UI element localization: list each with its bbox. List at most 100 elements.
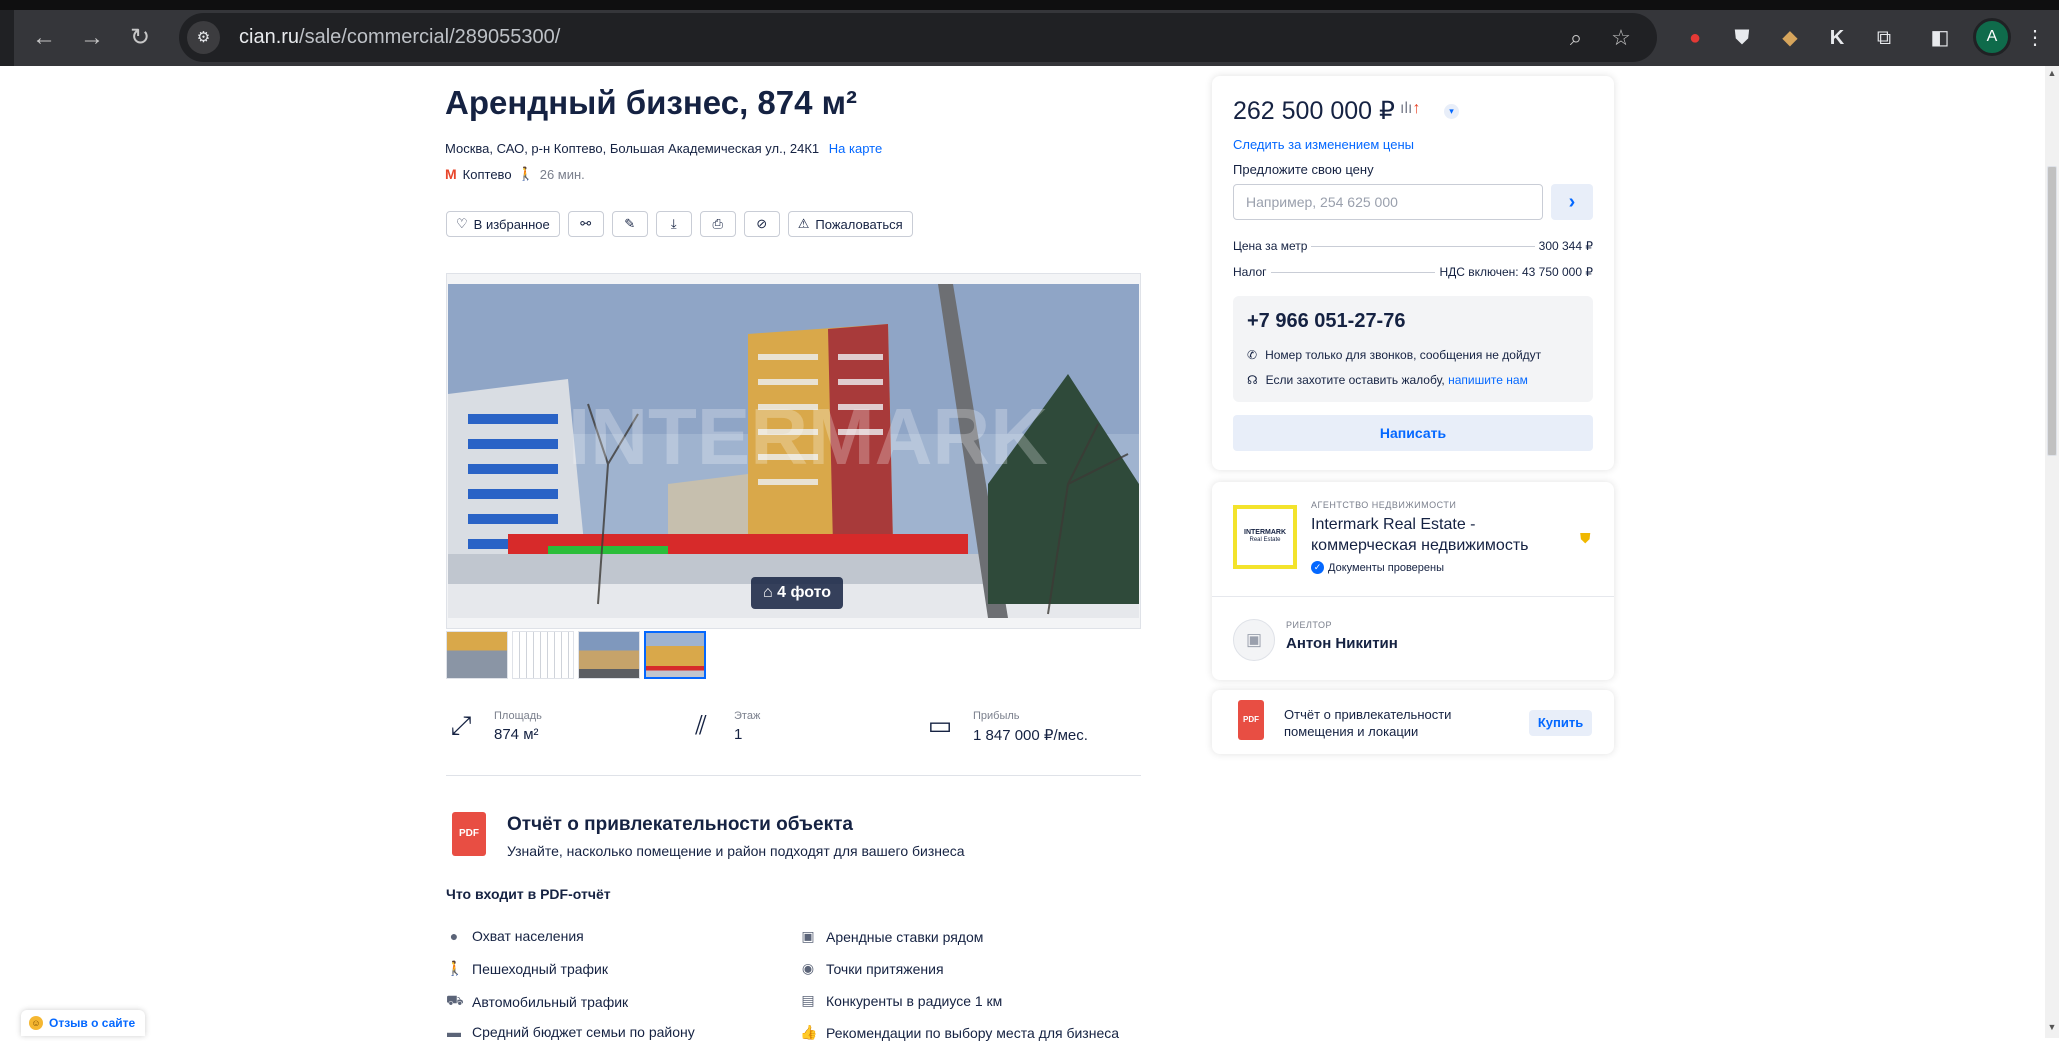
per-meter-value: 300 344 ₽ [1538, 239, 1593, 253]
price-dropdown-icon[interactable]: ▾ [1444, 104, 1459, 119]
hide-button[interactable]: ⊘ [743, 211, 780, 237]
scroll-down-icon[interactable]: ▼ [2046, 1022, 2058, 1032]
page-scrollbar[interactable]: ▲ ▼ [2045, 66, 2059, 1038]
print-icon: ⎙ [712, 216, 723, 231]
thumbnail-1[interactable] [446, 631, 508, 679]
menu-kebab-icon[interactable]: ⋮ [2019, 22, 2051, 54]
buy-report-button[interactable]: Купить [1529, 710, 1592, 736]
headset-icon: ☊ [1247, 373, 1258, 387]
adblock-extension-icon[interactable]: ● [1679, 22, 1711, 54]
pdf-icon: PDF [1238, 700, 1264, 740]
documents-verified: ✓ Документы проверены [1311, 561, 1444, 574]
complain-label: Пожаловаться [815, 216, 903, 232]
zoom-icon[interactable]: ⌕ [1561, 23, 1591, 53]
price-per-meter-row: Цена за метр 300 344 ₽ [1233, 239, 1593, 253]
walk-time: 26 мин. [539, 166, 585, 182]
share-button[interactable]: ⚯ [567, 211, 604, 237]
site-info-icon[interactable]: ⚙ [187, 21, 220, 54]
spy-extension-icon[interactable]: ◆ [1774, 22, 1806, 54]
scroll-up-icon[interactable]: ▲ [2046, 68, 2058, 78]
heart-icon: ♡ [456, 216, 468, 231]
pin-icon: ◉ [801, 960, 815, 976]
share-icon: ⚯ [580, 216, 592, 231]
hide-eye-icon: ⊘ [756, 216, 768, 231]
reload-icon[interactable]: ↻ [124, 22, 156, 54]
listing-actions: ♡ В избранное ⚯ ✎ ⤓ ⎙ ⊘ ⚠ Пожаловаться [446, 211, 913, 237]
report-subtitle: Узнайте, насколько помещение и район под… [507, 843, 965, 859]
fact-area: ⤢ Площадь 874 м² [446, 710, 542, 743]
listing-title: Арендный бизнес, 874 м² [445, 84, 858, 121]
offer-price-input[interactable] [1233, 184, 1543, 220]
divider [1212, 596, 1614, 597]
follow-price-link[interactable]: Следить за изменением цены [1233, 137, 1414, 152]
back-icon[interactable]: ← [28, 22, 60, 54]
download-button[interactable]: ⤓ [655, 211, 692, 237]
site-feedback-button[interactable]: ☺ Отзыв о сайте [21, 1010, 146, 1036]
realtor-name[interactable]: Антон Никитин [1286, 635, 1398, 652]
complain-button[interactable]: ⚠ Пожаловаться [787, 211, 913, 237]
listing-address: Москва, САО, р-н Коптево, Большая Академ… [445, 141, 882, 156]
tab-strip [0, 0, 2059, 10]
fact-label: Этаж [734, 710, 761, 722]
tax-value: НДС включен: 43 750 000 ₽ [1439, 265, 1593, 279]
report-includes-title: Что входит в PDF-отчёт [446, 886, 611, 902]
agency-logo[interactable]: INTERMARK Real Estate [1233, 505, 1297, 569]
feature-item: 👍 Рекомендации по выбору места для бизнес… [800, 1024, 1120, 1041]
thumbnail-4[interactable] [644, 631, 706, 679]
profile-avatar[interactable]: A [1973, 18, 2011, 56]
camera-icon: ⌂ [763, 584, 778, 601]
shield-extension-icon[interactable]: ⛊ [1726, 22, 1758, 54]
offer-submit-button[interactable]: › [1551, 184, 1593, 220]
tax-row: Налог НДС включен: 43 750 000 ₽ [1233, 265, 1593, 279]
realtor-avatar: ▣ [1233, 619, 1275, 661]
thumbs-up-icon: 👍 [800, 1024, 818, 1040]
feature-item: ▤ Конкуренты в радиусе 1 км [801, 992, 1003, 1009]
browser-toolbar: ← → ↻ ⚙ cian.ru/sale/commercial/28905530… [0, 0, 2059, 66]
write-message-button[interactable]: Написать [1233, 415, 1593, 451]
person-icon: ● [449, 928, 459, 944]
car-icon: ⛟ [446, 992, 464, 1008]
note-button[interactable]: ✎ [611, 211, 648, 237]
phone-number[interactable]: +7 966 051-27-76 [1247, 310, 1405, 333]
write-us-link[interactable]: напишите нам [1448, 373, 1528, 387]
complaint-note: ☊ Если захотите оставить жалобу, напишите… [1247, 373, 1528, 387]
agency-name[interactable]: Intermark Real Estate - коммерческая нед… [1311, 514, 1581, 556]
fact-profit: ▭ Прибыль 1 847 000 ₽/мес. [925, 710, 1088, 744]
bookmark-star-icon[interactable]: ☆ [1606, 23, 1636, 53]
photo-watermark: INTERMARK [568, 392, 1048, 481]
feature-item: ▣ Арендные ставки рядом [801, 928, 984, 945]
shield-badge-icon: ⛊ [1580, 530, 1591, 546]
photo-count-label: 4 фото [777, 584, 832, 601]
fact-value: 1 847 000 ₽/мес. [973, 727, 1088, 744]
thumbnail-strip [446, 631, 706, 679]
favorite-button[interactable]: ♡ В избранное [446, 211, 560, 237]
map-link[interactable]: На карте [829, 141, 882, 156]
agency-type: АГЕНТСТВО НЕДВИЖИМОСТИ [1311, 500, 1457, 510]
print-button[interactable]: ⎙ [699, 211, 736, 237]
url-text[interactable]: cian.ru/sale/commercial/289055300/ [239, 26, 560, 49]
walk-icon: 🚶 [517, 166, 534, 181]
photo-gallery[interactable]: INTERMARK ⌂ 4 фото [446, 273, 1141, 629]
report-card-text: Отчёт о привлекательности помещения и ло… [1284, 707, 1452, 739]
thumbnail-2[interactable] [512, 631, 574, 679]
photo-count-badge[interactable]: ⌂ 4 фото [751, 577, 844, 609]
toolbar-row: ← → ↻ ⚙ cian.ru/sale/commercial/28905530… [14, 10, 2059, 66]
area-icon: ⤢ [450, 710, 472, 740]
thumbnail-3[interactable] [578, 631, 640, 679]
k-extension-icon[interactable]: K [1821, 22, 1853, 54]
scroll-thumb[interactable] [2047, 166, 2057, 456]
per-meter-label: Цена за метр [1233, 239, 1308, 253]
fact-label: Площадь [494, 710, 542, 722]
warning-icon: ⚠ [797, 216, 810, 231]
fact-value: 1 [734, 726, 743, 743]
price-chart-icon[interactable]: ılı↑ [1400, 100, 1420, 118]
forward-icon[interactable]: → [76, 22, 108, 54]
favorite-label: В избранное [473, 216, 550, 232]
metro-station[interactable]: Коптево [463, 167, 512, 182]
extensions-puzzle-icon[interactable]: ⧉ [1868, 22, 1900, 54]
address-bar[interactable]: ⚙ cian.ru/sale/commercial/289055300/ ⌕ ☆ [179, 13, 1657, 62]
pencil-icon: ✎ [624, 216, 636, 231]
main-photo[interactable]: INTERMARK ⌂ 4 фото [448, 284, 1139, 618]
wallet-icon: ▭ [927, 710, 953, 740]
side-panel-icon[interactable]: ◧ [1924, 22, 1956, 54]
